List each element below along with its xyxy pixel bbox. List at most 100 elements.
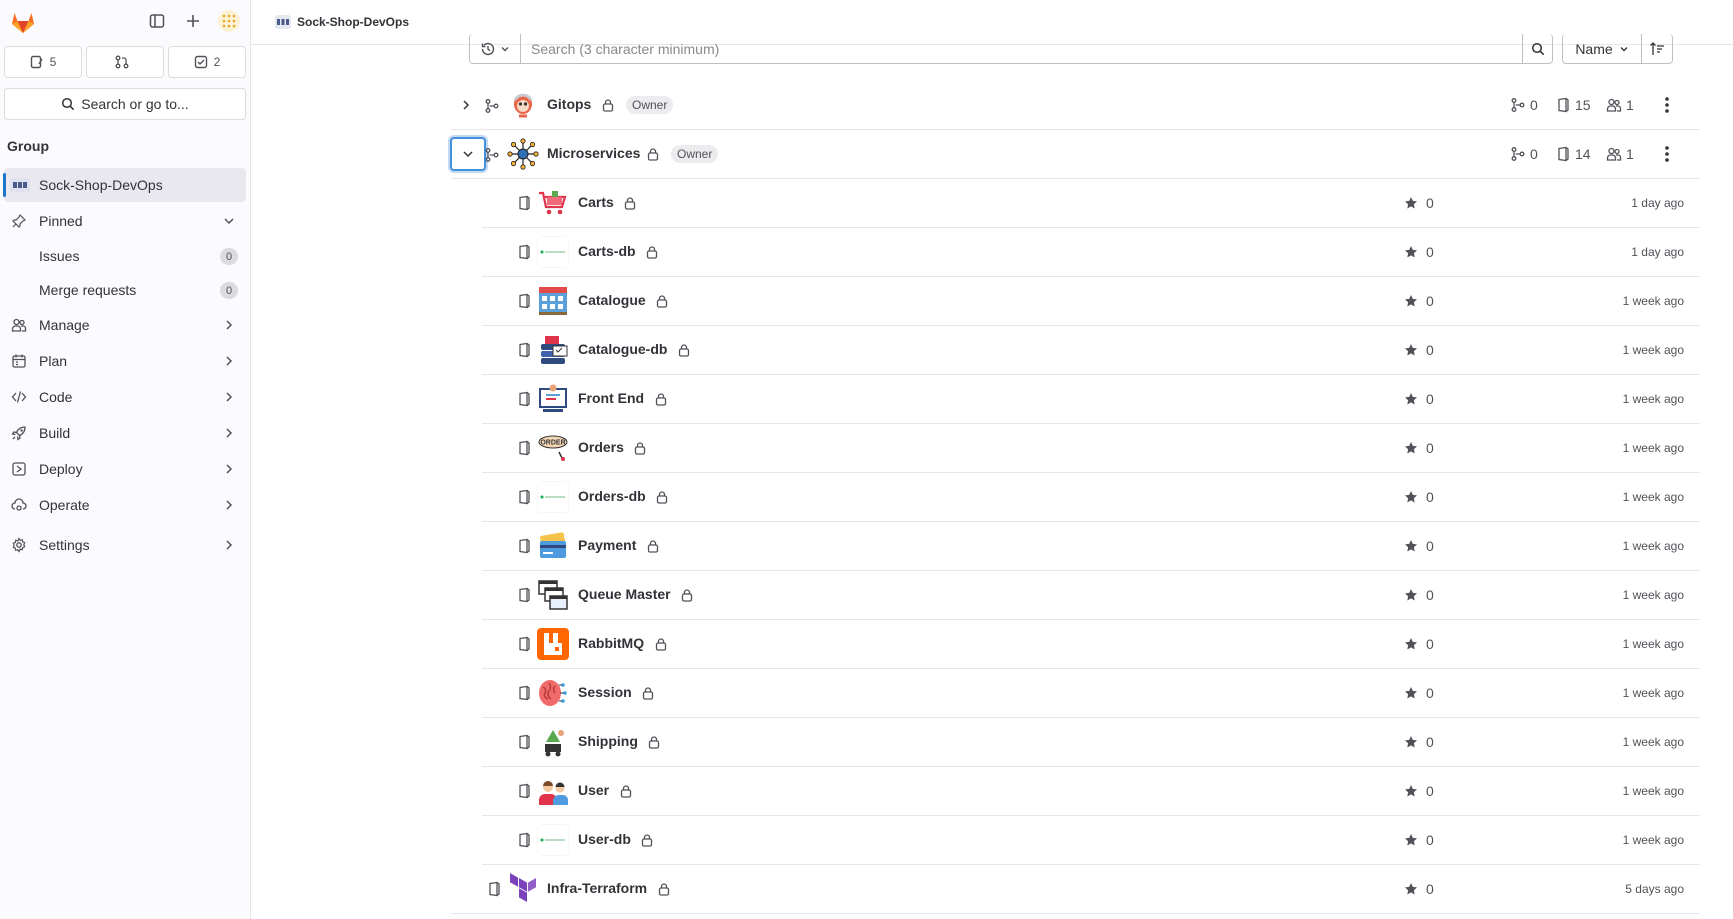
project-row[interactable]: User-db 0 1 week ago <box>482 816 1700 865</box>
role-badge: Owner <box>671 145 719 163</box>
project-name[interactable]: Catalogue <box>578 292 646 308</box>
project-name[interactable]: User <box>578 782 609 798</box>
project-row[interactable]: Infra-Terraform 0 5 days ago <box>451 865 1700 914</box>
lock-icon <box>641 686 655 700</box>
subgroups-stat: 0 <box>1510 146 1538 162</box>
project-row[interactable]: RabbitMQ 0 1 week ago <box>482 620 1700 669</box>
group-row[interactable]: Microservices Owner 0 14 1 <box>450 130 1700 179</box>
sort-dropdown[interactable]: Name <box>1562 34 1642 64</box>
project-row[interactable]: User 0 1 week ago <box>482 767 1700 816</box>
project-name[interactable]: Infra-Terraform <box>547 880 647 896</box>
collapse-toggle[interactable] <box>450 137 486 171</box>
calendar-icon <box>11 353 27 369</box>
project-avatar <box>537 579 569 611</box>
todo-counter-button[interactable]: 2 <box>168 46 246 78</box>
sort-direction-button[interactable] <box>1642 34 1673 64</box>
project-icon <box>516 832 532 848</box>
search-label: Search or go to... <box>81 96 189 112</box>
sidebar-item-issues[interactable]: Issues 0 <box>4 240 246 272</box>
project-avatar <box>537 775 569 807</box>
updated-time: 1 day ago <box>1631 245 1684 259</box>
project-name[interactable]: Orders-db <box>578 488 646 504</box>
group-name[interactable]: Gitops <box>547 96 591 112</box>
project-name[interactable]: RabbitMQ <box>578 635 644 651</box>
star-count-value: 0 <box>1426 734 1434 750</box>
project-icon <box>516 293 532 309</box>
project-row[interactable]: Carts-db 0 1 day ago <box>482 228 1700 277</box>
sidebar-item-code[interactable]: Code <box>4 380 246 414</box>
star-count-value: 0 <box>1426 440 1434 456</box>
project-avatar <box>537 334 569 366</box>
chevron-down-icon <box>501 46 509 51</box>
project-icon <box>1558 97 1569 113</box>
project-row[interactable]: Payment 0 1 week ago <box>482 522 1700 571</box>
project-name[interactable]: Session <box>578 684 632 700</box>
expand-toggle[interactable] <box>457 96 475 114</box>
star-count-value: 0 <box>1426 391 1434 407</box>
sidebar-item-pinned[interactable]: Pinned <box>4 204 246 238</box>
group-avatar <box>10 177 30 193</box>
project-name[interactable]: Payment <box>578 537 636 553</box>
updated-time: 1 week ago <box>1622 735 1684 749</box>
project-row[interactable]: Front End 0 1 week ago <box>482 375 1700 424</box>
more-actions-icon[interactable] <box>1657 93 1677 117</box>
merge-requests-counter-button[interactable] <box>86 46 164 78</box>
group-row[interactable]: Gitops Owner 0 15 1 <box>451 81 1700 130</box>
star-count: 0 <box>1404 538 1434 554</box>
members-stat: 1 <box>1606 146 1634 162</box>
project-name[interactable]: Shipping <box>578 733 638 749</box>
history-icon <box>481 42 495 55</box>
sidebar-item-deploy[interactable]: Deploy <box>4 452 246 486</box>
sidebar-item-merge-requests[interactable]: Merge requests 0 <box>4 274 246 306</box>
project-row[interactable]: Session 0 1 week ago <box>482 669 1700 718</box>
breadcrumb[interactable]: Sock-Shop-DevOps <box>297 15 409 29</box>
sidebar-item-build[interactable]: Build <box>4 416 246 450</box>
sidebar: 5 2 Search or go to... Group Sock-Shop-D… <box>0 0 251 919</box>
project-icon <box>516 783 532 799</box>
search-or-go-to-button[interactable]: Search or go to... <box>4 88 246 120</box>
project-name[interactable]: Orders <box>578 439 624 455</box>
sidebar-item-operate[interactable]: Operate <box>4 488 246 522</box>
sidebar-item-label: Issues <box>39 248 80 264</box>
project-icon <box>516 587 532 603</box>
project-row[interactable]: Catalogue 0 1 week ago <box>482 277 1700 326</box>
project-row[interactable]: ORDER Orders 0 1 week ago <box>482 424 1700 473</box>
project-name[interactable]: Queue Master <box>578 586 671 602</box>
project-row[interactable]: Catalogue-db 0 1 week ago <box>482 326 1700 375</box>
project-row[interactable]: Orders-db 0 1 week ago <box>482 473 1700 522</box>
project-name[interactable]: Catalogue-db <box>578 341 667 357</box>
infra-terraform-avatar <box>507 873 539 905</box>
project-name[interactable]: Front End <box>578 390 644 406</box>
project-name[interactable]: User-db <box>578 831 631 847</box>
issues-icon <box>30 55 43 69</box>
sidebar-item-group-context[interactable]: Sock-Shop-DevOps <box>3 168 246 202</box>
sidebar-item-manage[interactable]: Manage <box>4 308 246 342</box>
collapse-sidebar-icon[interactable] <box>146 10 168 32</box>
gitlab-logo-icon[interactable] <box>10 9 36 35</box>
star-icon <box>1405 638 1417 650</box>
search-button[interactable] <box>1522 34 1553 64</box>
user-avatar[interactable] <box>218 10 240 32</box>
project-row[interactable]: Queue Master 0 1 week ago <box>482 571 1700 620</box>
subgroup-icon <box>1511 98 1525 112</box>
chevron-right-icon <box>226 392 233 402</box>
chevron-right-icon <box>463 100 470 110</box>
sidebar-item-settings[interactable]: Settings <box>4 528 246 562</box>
project-name[interactable]: Carts-db <box>578 243 636 259</box>
project-avatar <box>537 236 569 268</box>
search-input[interactable]: Search (3 character minimum) <box>521 34 1522 64</box>
star-count-value: 0 <box>1426 244 1434 260</box>
project-row[interactable]: Carts 0 1 day ago <box>482 179 1700 228</box>
updated-time: 1 week ago <box>1622 588 1684 602</box>
create-new-icon[interactable] <box>182 10 204 32</box>
project-name[interactable]: Carts <box>578 194 614 210</box>
star-icon <box>1405 687 1417 699</box>
group-name[interactable]: Microservices <box>547 145 640 161</box>
issues-counter-button[interactable]: 5 <box>4 46 82 78</box>
todo-count: 2 <box>213 55 221 69</box>
recent-searches-button[interactable] <box>469 34 521 64</box>
code-icon <box>11 389 27 405</box>
sidebar-item-plan[interactable]: Plan <box>4 344 246 378</box>
project-row[interactable]: Shipping 0 1 week ago <box>482 718 1700 767</box>
more-actions-icon[interactable] <box>1657 142 1677 166</box>
